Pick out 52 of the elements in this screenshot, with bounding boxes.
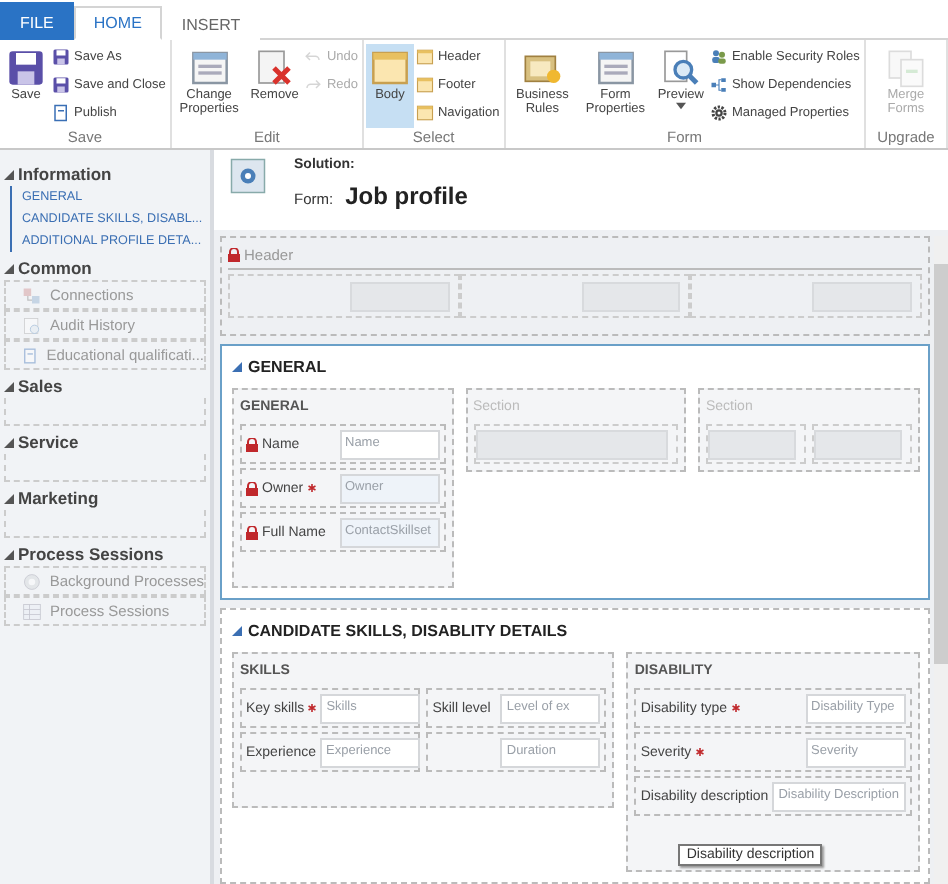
empty-field <box>708 429 796 459</box>
window-icon <box>595 48 636 88</box>
nav-section-title[interactable]: Process Sessions <box>18 542 164 566</box>
network-icon <box>709 76 728 94</box>
ribbon-tab[interactable]: FILE <box>0 2 74 40</box>
nav-section-title[interactable]: Common <box>18 256 92 280</box>
caret-icon <box>675 102 686 110</box>
expand-triangle-icon[interactable] <box>4 381 14 391</box>
panel-icon <box>415 48 434 66</box>
lock-icon <box>246 437 258 451</box>
lock-icon <box>246 525 258 539</box>
people-icon <box>709 48 728 66</box>
panel-icon <box>415 76 434 94</box>
required-asterisk-icon <box>307 484 316 492</box>
form-settings-icon <box>230 158 266 194</box>
redo-arrow-icon <box>304 76 323 94</box>
document-icon <box>52 104 70 122</box>
required-asterisk-icon <box>695 748 704 756</box>
expand-triangle-icon[interactable] <box>4 263 14 273</box>
tab-title: GENERAL <box>248 357 327 375</box>
ribbon-tab[interactable]: HOME <box>73 6 162 40</box>
document-icon <box>22 315 42 335</box>
panel-icon <box>369 48 410 88</box>
form-tab[interactable] <box>220 608 930 884</box>
expand-triangle-icon[interactable] <box>4 169 14 179</box>
nav-section-title[interactable]: Service <box>18 430 79 454</box>
undo-arrow-icon <box>304 48 323 66</box>
document-icon <box>22 345 39 365</box>
lock-icon <box>246 481 258 495</box>
empty-field <box>813 429 901 459</box>
required-asterisk-icon <box>731 704 740 712</box>
window-icon <box>189 48 230 88</box>
form-name: Job profile <box>345 182 468 210</box>
nav-section-title[interactable]: Sales <box>18 374 63 398</box>
documents-icon <box>885 48 926 88</box>
table-icon <box>22 601 42 621</box>
expand-triangle-icon[interactable] <box>4 549 14 559</box>
connections-icon <box>22 285 42 305</box>
magnifier-icon <box>660 48 701 88</box>
expand-triangle-icon[interactable] <box>4 437 14 447</box>
circle-icon <box>22 571 42 591</box>
expand-triangle-icon[interactable] <box>4 493 14 503</box>
expand-triangle-icon[interactable] <box>232 361 242 371</box>
document-with-x-icon <box>254 48 295 88</box>
lock-icon <box>228 248 240 262</box>
tab-title: CANDIDATE SKILLS, DISABLITY DETAILS <box>248 621 568 639</box>
gear-icon <box>709 104 728 122</box>
expand-triangle-icon[interactable] <box>232 625 242 635</box>
panel-icon <box>415 104 434 122</box>
nav-section-title[interactable]: Marketing <box>18 486 99 510</box>
required-asterisk-icon <box>308 704 317 712</box>
nav-section-title[interactable]: Information <box>18 162 112 186</box>
